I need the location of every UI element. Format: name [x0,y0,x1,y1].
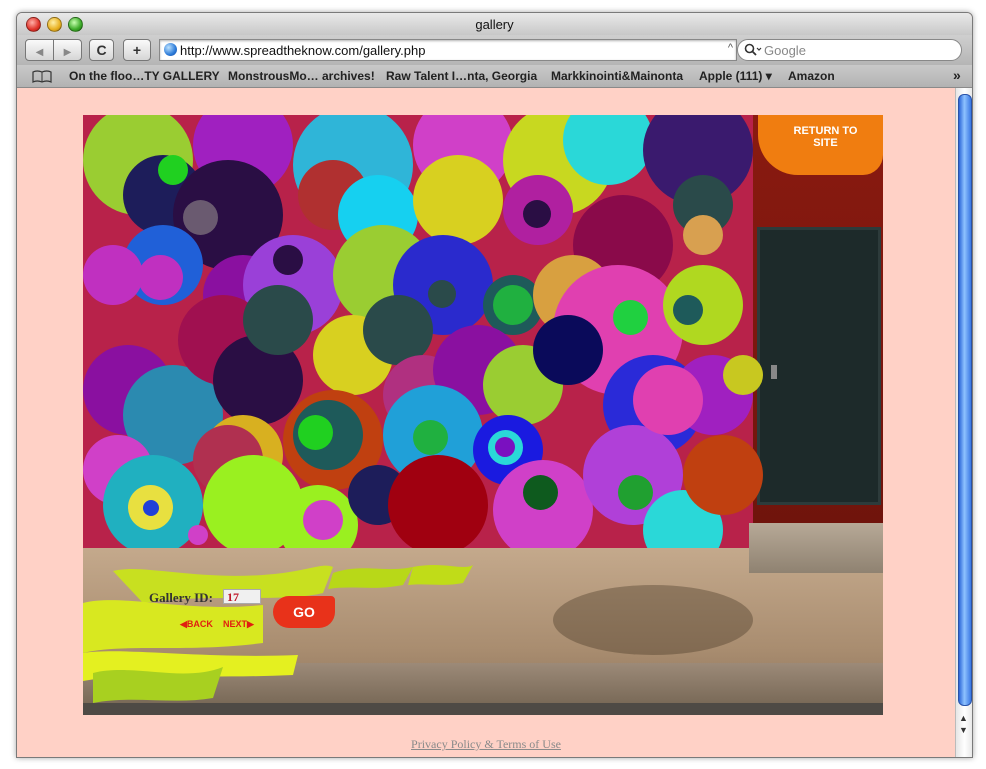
search-placeholder: Google [764,43,806,58]
browser-toolbar: ◀ ▶ C + http://www.spreadtheknow.com/gal… [17,35,972,65]
back-link-label: BACK [186,619,213,629]
scroll-up-icon[interactable]: ▲ [959,713,968,723]
gallery-image: RETURN TO SITE Gallery ID: 17 GO ◀BACK N… [83,115,883,715]
next-link[interactable]: NEXT▶ [223,619,254,630]
scrollbar-thumb[interactable] [958,94,972,706]
back-button[interactable]: ◀ [25,39,54,61]
door-step [749,523,883,573]
globe-icon [164,43,177,56]
left-triangle-icon: ◀ [180,619,187,629]
book-icon[interactable] [32,70,52,83]
bookmark-item[interactable]: Amazon [788,69,835,83]
title-bar: gallery [17,13,972,35]
bookmark-item[interactable]: Apple (111) ▾ [699,69,772,83]
reload-icon: C [96,42,107,58]
back-link[interactable]: ◀BACK [180,619,213,630]
door-handle [771,365,777,379]
return-to-site-button[interactable]: RETURN TO SITE [758,115,883,175]
gallery-id-label: Gallery ID: [149,590,213,605]
bookmark-item[interactable]: Raw Talent I…nta, Georgia [386,69,537,83]
sidewalk-stain [553,585,753,655]
nav-swoosh-graphic [83,565,473,703]
bookmarks-overflow-icon[interactable]: » [953,67,961,83]
bookmarks-bar: On the floo…TY GALLERY MonstrousMo… arch… [17,65,972,88]
search-field[interactable]: Google [737,39,962,61]
gallery-id-input[interactable]: 17 [223,589,261,604]
reload-button[interactable]: C [89,39,114,61]
magnifier-icon[interactable] [744,43,762,57]
plus-icon: + [132,42,142,58]
add-bookmark-button[interactable]: + [123,39,151,61]
next-link-label: NEXT [223,619,248,629]
back-arrow-icon: ◀ [35,47,44,58]
scroll-down-icon[interactable]: ▼ [959,725,968,735]
vertical-scrollbar[interactable]: ▲ ▼ [955,88,972,757]
browser-window: gallery ◀ ▶ C + http://www.spreadtheknow… [16,12,973,758]
privacy-terms-link[interactable]: Privacy Policy & Terms of Use [17,737,955,752]
address-text: http://www.spreadtheknow.com/gallery.php [180,43,426,58]
right-triangle-icon: ▶ [247,619,254,629]
return-to-site-label: RETURN TO SITE [793,125,858,149]
forward-button[interactable]: ▶ [53,39,82,61]
bookmark-item[interactable]: MonstrousMo… archives! [228,69,375,83]
address-bar[interactable]: http://www.spreadtheknow.com/gallery.php… [159,39,737,61]
bookmark-item[interactable]: Markkinointi&Mainonta [551,69,683,83]
snapback-icon[interactable]: ^ [728,42,733,54]
bookmark-item[interactable]: On the floo…TY GALLERY [69,69,220,83]
window-title: gallery [475,17,514,32]
forward-arrow-icon: ▶ [63,47,72,58]
page-content: RETURN TO SITE Gallery ID: 17 GO ◀BACK N… [17,88,955,757]
go-button[interactable]: GO [273,596,335,628]
